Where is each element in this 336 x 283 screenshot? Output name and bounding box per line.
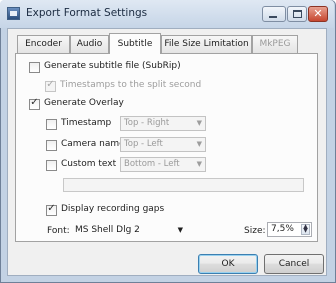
timestamp-label[interactable]: Timestamp (61, 118, 111, 128)
camera-name-label[interactable]: Camera name (61, 139, 125, 149)
title-bar[interactable]: Export Format Settings ✕ (0, 0, 334, 28)
custom-text-checkbox[interactable] (46, 160, 57, 171)
maximize-icon (293, 10, 302, 18)
maximize-button[interactable] (287, 6, 307, 22)
chevron-down-icon: ▼ (177, 226, 183, 234)
chevron-down-icon: ▼ (196, 119, 202, 127)
app-icon (7, 7, 20, 20)
minimize-button[interactable] (262, 6, 286, 22)
custom-text-input[interactable] (63, 178, 304, 192)
tab-audio[interactable]: Audio (70, 35, 109, 53)
tab-file-size-limitation[interactable]: File Size Limitation (161, 35, 252, 53)
camera-name-position-value: Top - Left (124, 139, 163, 149)
close-icon: ✕ (313, 7, 323, 20)
display-gaps-label[interactable]: Display recording gaps (61, 204, 164, 214)
generate-subtitle-label[interactable]: Generate subtitle file (SubRip) (44, 61, 181, 71)
timestamps-split-checkbox[interactable] (45, 79, 56, 92)
custom-text-position-value: Bottom - Left (124, 159, 180, 169)
font-label: Font: (47, 226, 70, 236)
window-title: Export Format Settings (26, 7, 148, 19)
size-spinner[interactable]: 7,5% ▲ ▼ (267, 222, 312, 237)
display-gaps-checkbox[interactable] (46, 203, 57, 216)
timestamps-split-label[interactable]: Timestamps to the split second (60, 80, 201, 90)
close-button[interactable]: ✕ (308, 6, 328, 22)
minimize-icon (269, 16, 277, 18)
spin-buttons[interactable]: ▲ ▼ (301, 224, 310, 235)
chevron-down-icon: ▼ (196, 160, 202, 168)
generate-subtitle-checkbox[interactable] (29, 62, 40, 73)
timestamp-position-select[interactable]: Top - Right ▼ (120, 116, 206, 131)
custom-text-position-select[interactable]: Bottom - Left ▼ (120, 157, 206, 172)
chevron-down-icon: ▼ (196, 140, 202, 148)
generate-overlay-label[interactable]: Generate Overlay (44, 98, 124, 108)
size-label: Size: (244, 226, 266, 236)
timestamp-position-value: Top - Right (124, 118, 170, 128)
camera-name-checkbox[interactable] (46, 140, 57, 151)
custom-text-label[interactable]: Custom text (61, 159, 116, 169)
size-value[interactable]: 7,5% (271, 224, 294, 234)
camera-name-position-select[interactable]: Top - Left ▼ (120, 137, 206, 152)
font-value: MS Shell Dlg 2 (75, 225, 140, 235)
cancel-button[interactable]: Cancel (264, 254, 324, 274)
spin-down-icon[interactable]: ▼ (303, 227, 308, 234)
font-select[interactable]: MS Shell Dlg 2 ▼ (75, 223, 185, 238)
tab-mkpeg[interactable]: MkPEG (252, 35, 298, 53)
tab-subtitle[interactable]: Subtitle (109, 33, 161, 54)
ok-button[interactable]: OK (198, 254, 258, 274)
generate-overlay-checkbox[interactable] (29, 97, 40, 110)
tab-encoder[interactable]: Encoder (17, 35, 70, 53)
timestamp-checkbox[interactable] (46, 119, 57, 130)
